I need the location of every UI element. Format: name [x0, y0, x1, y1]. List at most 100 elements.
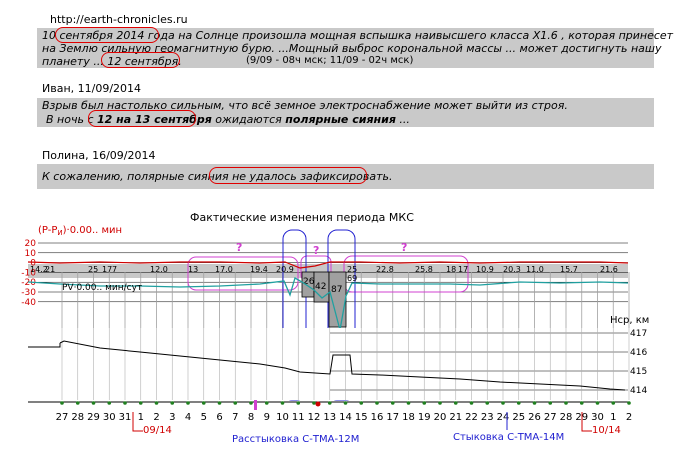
- altitude-tick-label: 416: [630, 348, 647, 358]
- x-tick-dot: [564, 401, 568, 405]
- altitude-panel: [28, 328, 628, 400]
- top-value-label: 19.4: [250, 265, 268, 274]
- x-tick-dot: [627, 401, 631, 405]
- x-tick-label: 15: [355, 412, 368, 423]
- y-tick-label: -40: [21, 298, 36, 308]
- x-tick-label: 14: [339, 412, 352, 423]
- x-tick-dot: [327, 401, 332, 405]
- x-tick-label: 9: [264, 412, 270, 423]
- y-tick-label: -30: [21, 288, 36, 298]
- x-tick-label: 29: [87, 412, 100, 423]
- altitude-tick-label: 415: [630, 367, 647, 377]
- y-tick-label: -20: [21, 278, 36, 288]
- x-tick-label: 6: [216, 412, 222, 423]
- x-tick-dot: [75, 401, 80, 405]
- x-tick-label: 30: [103, 412, 116, 423]
- top-value-label: 20.3: [503, 265, 521, 274]
- y-tick-label: 20: [25, 239, 37, 249]
- x-tick-label: 2: [153, 412, 159, 423]
- top-value-label: 11.0: [526, 265, 544, 274]
- x-tick-dot: [453, 401, 458, 405]
- dip-label-26: 26: [303, 277, 315, 287]
- x-tick-dot: [186, 401, 190, 405]
- x-tick-label: 8: [248, 412, 254, 423]
- x-ticks: 27 28 29 30 31 1 2 3 4 5 6 7 8 9 10 11 12 13 14 15 16 17 18 19 2…: [56, 401, 632, 423]
- x-tick-label: 7: [232, 412, 238, 423]
- top-value-label: 25: [88, 265, 98, 274]
- x-tick-label: 18: [402, 412, 415, 423]
- pv-label: PV·0.00.. мин/сут: [62, 283, 142, 293]
- x-tick-dot: [390, 401, 395, 405]
- altitude-tick-label: 414: [630, 386, 647, 396]
- x-tick-dot: [595, 401, 600, 405]
- top-value-label: 25: [347, 265, 357, 274]
- x-tick-dot: [359, 401, 364, 405]
- x-tick-dot: [154, 401, 159, 405]
- top-value-label: 10.9: [476, 265, 494, 274]
- chart-title: Фактические изменения периода МКС: [190, 211, 414, 224]
- y-label-rest: )·0.00.. мин: [63, 225, 122, 236]
- x-tick-dot: [123, 401, 127, 405]
- x-tick-label: 28: [71, 412, 84, 423]
- y-label-main: (P-P: [38, 225, 57, 236]
- x-tick-label: 26: [528, 412, 541, 423]
- altitude-tick-label: 417: [630, 329, 647, 339]
- y-tick-label: 10: [25, 249, 37, 259]
- question-1: ?: [236, 241, 242, 254]
- x-tick-label: 21: [449, 412, 462, 423]
- x-tick-label: 12: [308, 412, 321, 423]
- x-tick-label: 23: [481, 412, 494, 423]
- x-tick-label: 27: [56, 412, 69, 423]
- top-value-label: 15.7: [560, 265, 578, 274]
- dip-label-87: 87: [331, 285, 342, 295]
- x-tick-dot: [406, 401, 411, 405]
- x-tick-label: 1: [138, 412, 144, 423]
- top-value-label: 18: [446, 265, 456, 274]
- x-tick-label: 5: [201, 412, 207, 423]
- x-tick-label: 2: [626, 412, 632, 423]
- x-tick-label: 27: [544, 412, 557, 423]
- top-value-label: 21: [45, 265, 55, 274]
- top-value-label: 17: [458, 265, 468, 274]
- x-tick-dot: [469, 401, 474, 405]
- x-tick-label: 3: [169, 412, 175, 423]
- x-tick-label: 10: [276, 412, 289, 423]
- x-tick-dot: [91, 401, 96, 405]
- x-tick-label: 1: [610, 412, 616, 423]
- x-tick-dot: [422, 401, 427, 405]
- x-marker-magenta: [254, 400, 257, 410]
- x-tick-label: 30: [591, 412, 604, 423]
- dip-label-42: 42: [315, 282, 326, 292]
- month-1: 09/14: [143, 425, 172, 436]
- iss-period-chart: Фактические изменения периода МКС (P-PИ)…: [21, 211, 649, 445]
- top-value-label: 21.6: [600, 265, 618, 274]
- x-tick-label: 19: [418, 412, 431, 423]
- top-value-label: 25.8: [415, 265, 433, 274]
- y-axis-label: (P-PИ)·0.00.. мин: [38, 225, 122, 237]
- x-tick-dot: [170, 401, 175, 405]
- top-value-label: 20.9: [276, 265, 294, 274]
- hcp-label: Нср, км: [610, 315, 649, 326]
- top-value-label: 17.0: [215, 265, 233, 274]
- x-marker-red: [315, 401, 321, 407]
- x-tick-dot: [60, 401, 64, 405]
- top-value-label: 12.0: [150, 265, 168, 274]
- question-3: ?: [401, 241, 407, 254]
- x-tick-label: 11: [292, 412, 305, 423]
- x-tick-dot: [516, 401, 521, 405]
- x-tick-label: 22: [465, 412, 478, 423]
- undock-label: Расстыковка С-ТМА-12М: [232, 434, 359, 445]
- x-tick-dot: [233, 401, 238, 405]
- x-tick-label: 13: [323, 412, 336, 423]
- x-tick-label: 17: [386, 412, 399, 423]
- x-tick-dot: [249, 401, 253, 405]
- x-tick-dot: [579, 401, 584, 405]
- x-tick-dot: [343, 401, 348, 405]
- x-tick-dot: [485, 401, 490, 405]
- top-value-label: 17: [102, 265, 112, 274]
- x-tick-dot: [375, 401, 379, 405]
- x-tick-dot: [217, 401, 222, 405]
- x-tick-label: 25: [512, 412, 525, 423]
- x-tick-dot: [532, 401, 537, 405]
- x-tick-dot: [264, 401, 269, 405]
